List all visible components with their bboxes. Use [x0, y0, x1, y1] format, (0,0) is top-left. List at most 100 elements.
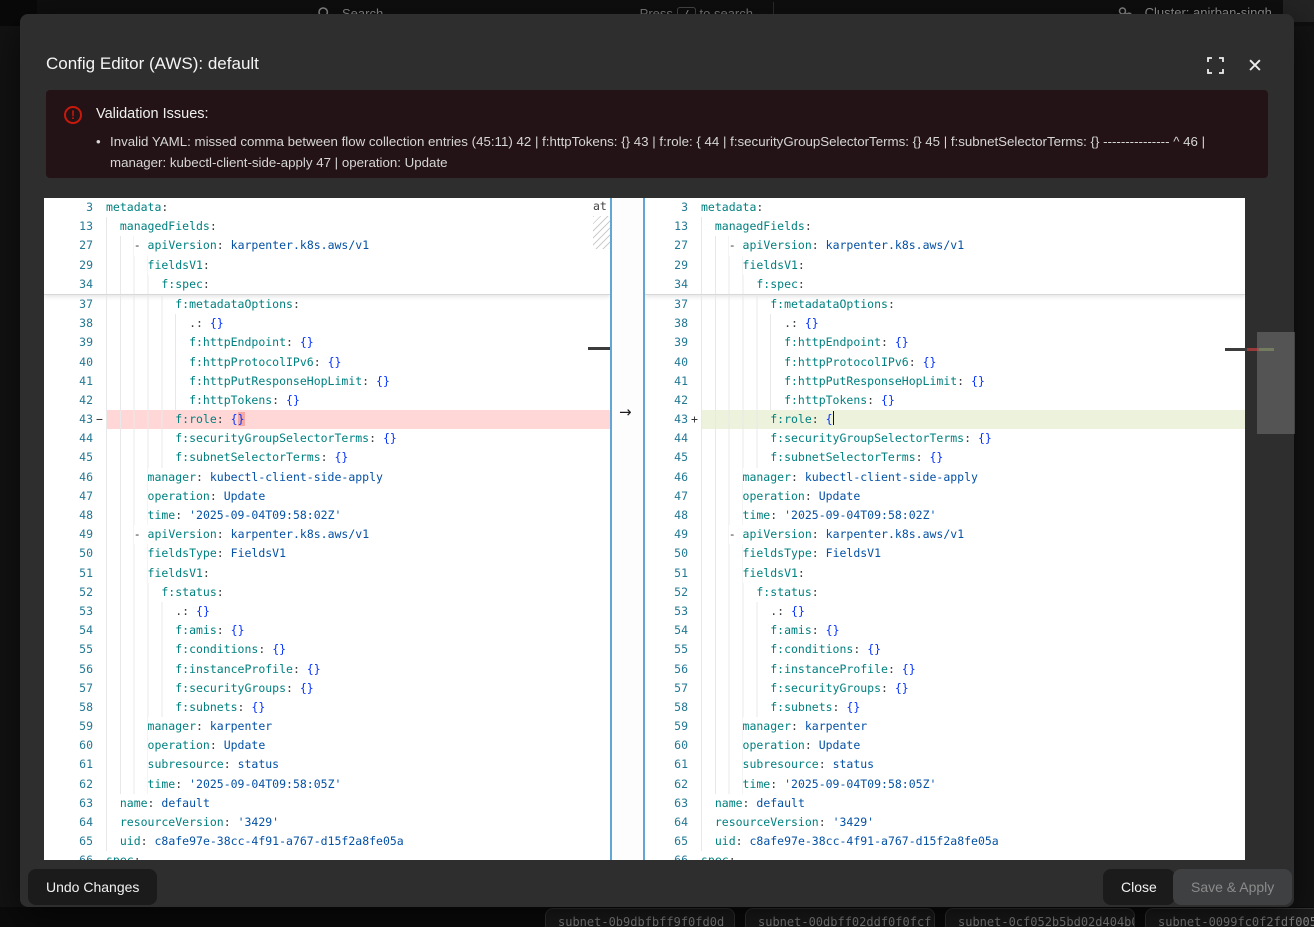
line-number: 37	[645, 295, 688, 314]
code-line: 53.: {}	[44, 602, 610, 621]
undo-changes-button[interactable]: Undo Changes	[28, 869, 157, 905]
code-line: 55f:conditions: {}	[44, 640, 610, 659]
line-number: 43	[645, 410, 688, 429]
line-number: 44	[645, 429, 688, 448]
code-line: 37f:metadataOptions:	[44, 295, 610, 314]
line-number: 38	[44, 314, 93, 333]
line-number: 41	[44, 372, 93, 391]
alert-title: Validation Issues:	[96, 106, 209, 122]
code-line: 57f:securityGroups: {}	[645, 679, 1245, 698]
code-lines-modified: 37f:metadataOptions:38.: {}39f:httpEndpo…	[645, 295, 1245, 860]
code-line: 29fieldsV1:	[44, 256, 610, 275]
subnet-chip: subnet-0099fc0f2fdf0053	[1145, 908, 1314, 927]
code-line: 60operation: Update	[645, 736, 1245, 755]
code-line: 44f:securityGroupSelectorTerms: {}	[44, 429, 610, 448]
code-line: 66spec:	[645, 851, 1245, 860]
line-number: 44	[44, 429, 93, 448]
code-line: 62time: '2025-09-04T09:58:05Z'	[645, 775, 1245, 794]
line-number: 50	[44, 544, 93, 563]
line-number: 54	[44, 621, 93, 640]
line-number: 55	[44, 640, 93, 659]
line-number: 56	[645, 660, 688, 679]
code-line: 57f:securityGroups: {}	[44, 679, 610, 698]
page-title: Config Editor (AWS): default	[46, 54, 259, 74]
line-number: 61	[645, 755, 688, 774]
diff-pane-original[interactable]: 3metadata:13managedFields:27- apiVersion…	[44, 198, 610, 860]
line-number: 41	[645, 372, 688, 391]
line-number: 53	[645, 602, 688, 621]
line-number: 63	[44, 794, 93, 813]
text-cursor	[833, 411, 835, 425]
hatch-pattern	[593, 216, 610, 249]
yaml-diff-editor[interactable]: 3metadata:13managedFields:27- apiVersion…	[44, 198, 1245, 860]
code-line: 59manager: karpenter	[645, 717, 1245, 736]
bullet-icon: •	[96, 131, 101, 152]
line-number: 42	[44, 391, 93, 410]
line-number: 53	[44, 602, 93, 621]
code-line: 48time: '2025-09-04T09:58:02Z'	[645, 506, 1245, 525]
line-number: 29	[44, 256, 93, 275]
code-line: 48time: '2025-09-04T09:58:02Z'	[44, 506, 610, 525]
code-line: 13managedFields:	[44, 217, 610, 236]
config-editor-modal: Config Editor (AWS): default ✕ ! Validat…	[20, 14, 1294, 907]
code-line: 54f:amis: {}	[44, 621, 610, 640]
code-lines-original: 37f:metadataOptions:38.: {}39f:httpEndpo…	[44, 295, 610, 860]
line-number: 49	[44, 525, 93, 544]
code-line: 45f:subnetSelectorTerms: {}	[44, 448, 610, 467]
expand-button[interactable]	[1202, 54, 1228, 80]
code-line: 37f:metadataOptions:	[645, 295, 1245, 314]
code-line: 61subresource: status	[645, 755, 1245, 774]
code-line: 54f:amis: {}	[645, 621, 1245, 640]
line-number: 27	[645, 236, 688, 255]
line-number: 54	[645, 621, 688, 640]
code-line: 29fieldsV1:	[645, 256, 1245, 275]
code-line: 3metadata:	[44, 198, 610, 217]
code-line: 41f:httpPutResponseHopLimit: {}	[44, 372, 610, 391]
line-number: 58	[645, 698, 688, 717]
line-number: 42	[645, 391, 688, 410]
code-line: 50fieldsType: FieldsV1	[44, 544, 610, 563]
code-line: 34f:spec:	[44, 275, 610, 294]
line-number: 52	[645, 583, 688, 602]
line-number: 62	[44, 775, 93, 794]
code-line: 51fieldsV1:	[645, 564, 1245, 583]
background-table-strip: subnet-0b9dbfbff9f0fd0d subnet-00dbff02d…	[0, 907, 1314, 927]
code-line: 52f:status:	[645, 583, 1245, 602]
line-number: 58	[44, 698, 93, 717]
code-line: 62time: '2025-09-04T09:58:05Z'	[44, 775, 610, 794]
line-number: 66	[44, 851, 93, 860]
code-line: 39f:httpEndpoint: {}	[44, 333, 610, 352]
line-number: 60	[44, 736, 93, 755]
line-number: 34	[645, 275, 688, 294]
code-line: 51fieldsV1:	[44, 564, 610, 583]
line-number: 61	[44, 755, 93, 774]
code-line: 38.: {}	[44, 314, 610, 333]
overview-ruler-marker	[1225, 348, 1247, 351]
code-line: 55f:conditions: {}	[645, 640, 1245, 659]
line-number: 43	[44, 410, 93, 429]
expand-icon	[1207, 57, 1224, 74]
line-number: 45	[44, 448, 93, 467]
close-button[interactable]: ✕	[1242, 54, 1268, 80]
line-number: 45	[645, 448, 688, 467]
line-number: 52	[44, 583, 93, 602]
close-footer-button[interactable]: Close	[1103, 869, 1175, 905]
code-line: 50fieldsType: FieldsV1	[645, 544, 1245, 563]
line-number: 38	[645, 314, 688, 333]
line-number: 59	[44, 717, 93, 736]
code-line: 41f:httpPutResponseHopLimit: {}	[645, 372, 1245, 391]
scrollbar-slider[interactable]	[1257, 332, 1295, 434]
line-number: 3	[645, 198, 688, 217]
subnet-chip: subnet-0cf052b5bd02d404b0	[945, 908, 1135, 927]
line-number: 65	[44, 832, 93, 851]
line-number: 66	[645, 851, 688, 860]
diff-pane-modified[interactable]: 3metadata:13managedFields:27- apiVersion…	[645, 198, 1245, 860]
code-line: 43+f:role: {	[645, 410, 1245, 429]
code-line: 38.: {}	[645, 314, 1245, 333]
revert-change-button[interactable]: →	[619, 403, 632, 421]
save-apply-button[interactable]: Save & Apply	[1173, 869, 1292, 905]
line-number: 65	[645, 832, 688, 851]
alert-message: • Invalid YAML: missed comma between flo…	[110, 131, 1250, 173]
line-number: 37	[44, 295, 93, 314]
fold-widget: at	[593, 199, 610, 251]
